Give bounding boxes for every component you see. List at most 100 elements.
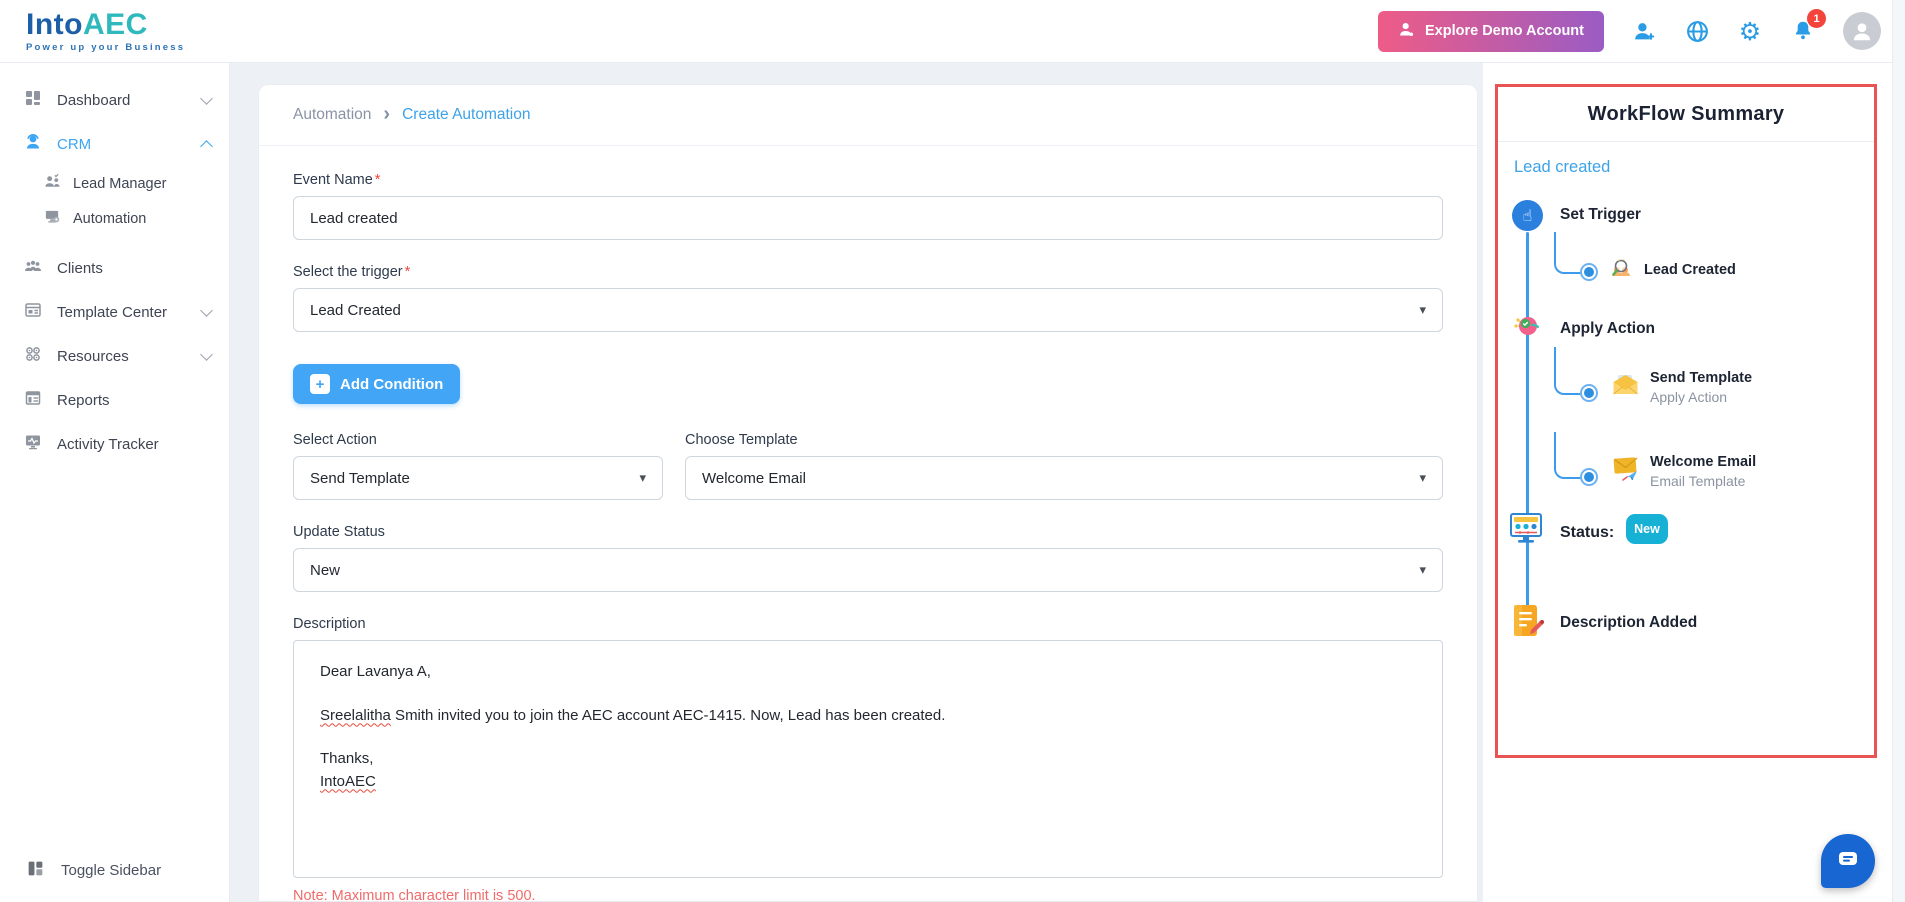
set-trigger-icon: ☝ xyxy=(1512,200,1543,231)
event-name-label: Event Name * xyxy=(293,172,381,188)
status-icon xyxy=(1507,510,1545,553)
dropdown-caret-icon: ▾ xyxy=(1419,470,1426,486)
choose-template-value: Welcome Email xyxy=(702,469,806,487)
description-textarea[interactable]: Dear Lavanya A, Sreelalitha Smith invite… xyxy=(293,640,1443,878)
sidebar-item-label: Lead Manager xyxy=(73,175,167,192)
demo-account-icon xyxy=(1398,21,1415,42)
sidebar-item-label: Clients xyxy=(57,259,103,277)
select-action-label: Select Action xyxy=(293,432,377,448)
intoaec-logo[interactable]: IntoAEC Power up your Business xyxy=(26,7,186,53)
globe-icon[interactable] xyxy=(1684,18,1710,44)
page-scrollbar[interactable] xyxy=(1892,0,1905,902)
sidebar-item-lead-manager[interactable]: Lead Manager xyxy=(0,166,229,201)
select-action-value: Send Template xyxy=(310,469,410,487)
welcome-email-icon xyxy=(1610,452,1642,489)
select-action-select[interactable]: Send Template ▾ xyxy=(293,456,663,500)
apply-action-label: Apply Action xyxy=(1560,320,1656,337)
misspelled-word: IntoAEC xyxy=(320,772,376,790)
radio-node-icon xyxy=(1580,263,1598,281)
welcome-email-subtitle: Email Template xyxy=(1650,473,1746,489)
sidebar-item-template-center[interactable]: Template Center xyxy=(0,290,229,334)
trigger-label: Select the trigger * xyxy=(293,264,411,280)
timeline-connector-line xyxy=(1526,232,1529,614)
description-line: Thanks, xyxy=(320,750,374,767)
automation-form: Event Name* Select the trigger* Lead Cre… xyxy=(259,146,1477,902)
sidebar-item-label: CRM xyxy=(57,135,92,153)
crm-icon xyxy=(24,133,42,155)
update-status-label: Update Status xyxy=(293,524,385,540)
chat-widget-button[interactable] xyxy=(1821,834,1875,888)
sidebar-item-resources[interactable]: Resources xyxy=(0,334,229,378)
header-actions: Explore Demo Account ⚙ 1 xyxy=(1378,9,1881,52)
chevron-down-icon xyxy=(200,347,213,361)
apply-action-icon xyxy=(1510,310,1543,348)
logo-tagline: Power up your Business xyxy=(26,41,186,53)
resources-icon xyxy=(24,345,42,367)
notifications-bell-icon[interactable]: 1 xyxy=(1790,9,1826,44)
toggle-sidebar-label: Toggle Sidebar xyxy=(61,862,162,879)
activity-tracker-icon xyxy=(24,433,42,455)
sidebar-item-crm[interactable]: CRM xyxy=(0,122,229,166)
reports-icon xyxy=(24,389,42,411)
character-limit-note: Note: Maximum character limit is 500. xyxy=(293,888,536,902)
required-asterisk: * xyxy=(404,264,411,280)
sidebar-item-label: Resources xyxy=(57,347,129,365)
status-new-badge: New xyxy=(1626,514,1668,544)
dropdown-caret-icon: ▾ xyxy=(1419,562,1426,578)
radio-node-icon xyxy=(1580,468,1598,486)
template-center-icon xyxy=(24,301,42,323)
lead-manager-icon xyxy=(44,173,61,194)
chevron-down-icon xyxy=(200,91,213,105)
branch-connector xyxy=(1554,432,1582,479)
description-added-label: Description Added xyxy=(1560,614,1698,631)
choose-template-select[interactable]: Welcome Email ▾ xyxy=(685,456,1443,500)
chevron-down-icon xyxy=(200,303,213,317)
logo-into-text: Into xyxy=(26,7,83,41)
description-added-icon xyxy=(1508,602,1546,645)
choose-template-label: Choose Template xyxy=(685,432,798,448)
send-template-icon xyxy=(1610,370,1641,406)
sidebar-item-reports[interactable]: Reports xyxy=(0,378,229,422)
workflow-event-name: Lead created xyxy=(1514,158,1611,176)
update-status-select[interactable]: New ▾ xyxy=(293,548,1443,592)
sidebar-item-dashboard[interactable]: Dashboard xyxy=(0,78,229,122)
breadcrumb-create-automation: Create Automation xyxy=(402,106,531,123)
lead-created-icon xyxy=(1608,254,1635,286)
user-avatar[interactable] xyxy=(1843,12,1881,50)
select-action-field: Select Action Send Template ▾ xyxy=(293,432,663,500)
toggle-sidebar-icon xyxy=(26,859,45,882)
create-automation-panel: Automation › Create Automation Event Nam… xyxy=(258,84,1478,902)
gear-icon[interactable]: ⚙ xyxy=(1737,18,1763,44)
plus-icon: + xyxy=(310,374,330,394)
required-asterisk: * xyxy=(374,172,381,188)
workflow-summary-area: WorkFlow Summary Lead created ☝ Set Trig… xyxy=(1483,62,1893,902)
add-condition-button[interactable]: + Add Condition xyxy=(293,364,461,404)
toggle-sidebar-button[interactable]: Toggle Sidebar xyxy=(0,843,229,902)
breadcrumb-automation-link[interactable]: Automation xyxy=(293,106,371,124)
status-label: Status: xyxy=(1560,524,1615,541)
dropdown-caret-icon: ▾ xyxy=(1419,302,1426,318)
sidebar-item-automation[interactable]: Automation xyxy=(0,201,229,236)
trigger-select[interactable]: Lead Created ▾ xyxy=(293,288,1443,332)
explore-demo-account-button[interactable]: Explore Demo Account xyxy=(1378,10,1604,52)
workflow-timeline: Lead created ☝ Set Trigger Lead Created … xyxy=(1498,142,1874,748)
breadcrumb: Automation › Create Automation xyxy=(259,85,1477,146)
logo-text: IntoAEC xyxy=(26,7,185,41)
sidebar-item-label: Activity Tracker xyxy=(57,435,159,453)
sidebar-item-activity-tracker[interactable]: Activity Tracker xyxy=(0,422,229,466)
description-line: Dear Lavanya A, xyxy=(320,663,431,680)
add-user-icon[interactable] xyxy=(1631,18,1657,44)
sidebar-item-label: Reports xyxy=(57,391,110,409)
chat-icon xyxy=(1835,846,1861,877)
description-label: Description xyxy=(293,616,366,632)
misspelled-word: Sreelalitha xyxy=(320,706,391,724)
dashboard-icon xyxy=(24,89,42,111)
automation-icon xyxy=(44,208,61,229)
sidebar-item-clients[interactable]: Clients xyxy=(0,246,229,290)
branch-connector xyxy=(1554,232,1582,274)
sidebar-item-label: Automation xyxy=(73,210,147,227)
sidebar: Dashboard CRM Lead Manager Automation Cl… xyxy=(0,62,230,902)
event-name-input[interactable] xyxy=(293,196,1443,240)
welcome-email-title: Welcome Email xyxy=(1650,454,1757,470)
send-template-subtitle: Apply Action xyxy=(1650,389,1728,405)
